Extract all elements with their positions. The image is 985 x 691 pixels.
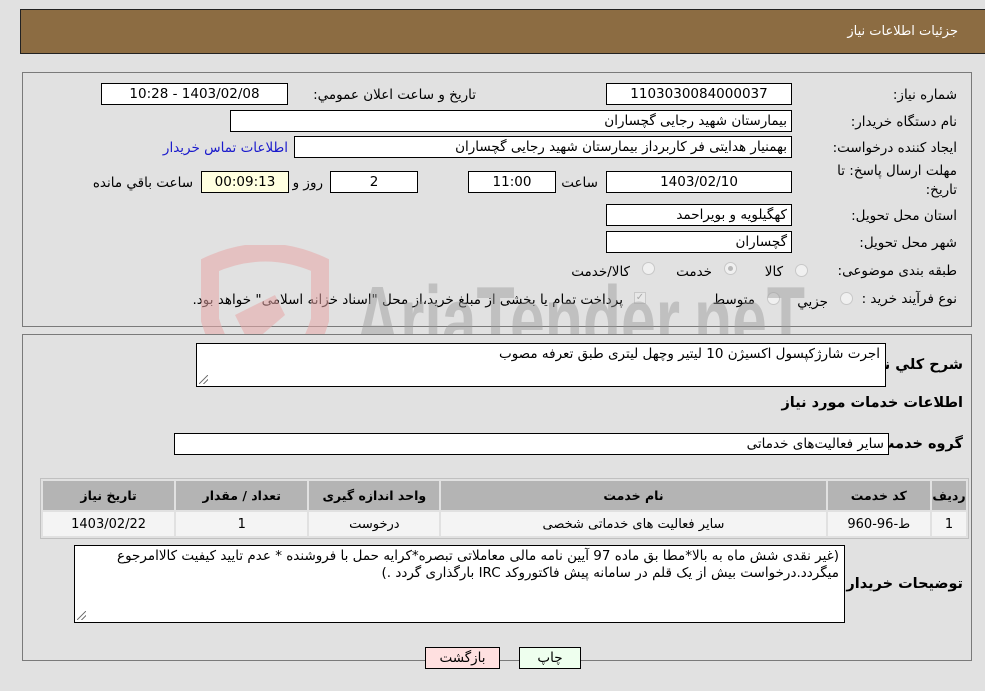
purchase-type-radio-medium[interactable] [767,292,780,305]
service-group-field: سایر فعالیت‌های خدماتی [174,433,889,455]
purchase-type-option-medium: متوسط [712,292,755,308]
buyer-org-label: نام دستگاه خریدار: [850,114,957,130]
row-index-cell: 1 [932,512,966,536]
resize-grip-icon[interactable] [199,375,208,384]
column-header: کد خدمت [827,481,930,510]
services-table: ردیف کد خدمت نام خدمت واحد اندازه گیری ت… [40,478,969,539]
category-option-goods: کالا [764,264,783,280]
purchase-type-label: نوع فرآیند خرید : [861,291,957,307]
purchase-type-radio-minor[interactable] [840,292,853,305]
column-header: نام خدمت [441,481,826,510]
category-radio-goods[interactable] [795,264,808,277]
quantity-cell: 1 [176,512,308,536]
deadline-time-label: ساعت [561,175,598,191]
category-label: طبقه بندی موضوعی: [837,263,957,279]
deadline-time-field: 11:00 [468,171,556,193]
remaining-time-label: ساعت باقي مانده [92,175,193,191]
deadline-label-line1: مهلت ارسال پاسخ: تا [837,163,957,179]
deadline-date-field: 1403/02/10 [606,171,792,193]
column-header: ردیف [932,481,966,510]
column-header: تاریخ نیاز [43,481,175,510]
remaining-time-field: 00:09:13 [201,171,289,193]
buyer-notes-text: (غیر نقدی شش ماه به بالا*مطا بق ماده 97 … [117,548,839,581]
need-date-cell: 1403/02/22 [43,512,175,536]
buyer-org-field: بیمارستان شهید رجایی گچساران [230,110,792,132]
requester-field: بهمنیار هدایتی فر کاربرداز بیمارستان شهی… [294,136,792,158]
need-services-panel: شرح كلي نياز: اجرت شارژکپسول اکسیژن 10 ل… [22,334,972,661]
category-radio-service[interactable] [724,262,737,275]
category-radio-goods-service[interactable] [642,262,655,275]
buyer-notes-label: توضیحات خریدار: [840,576,963,592]
page-header: جزئیات اطلاعات نیاز [20,9,985,54]
requester-label: ایجاد کننده درخواست: [832,140,957,156]
days-label: روز و [292,175,323,191]
city-field: گچساران [606,231,792,253]
purchase-type-option-minor: جزيي [797,294,828,310]
need-summary-text: اجرت شارژکپسول اکسیژن 10 لیتیر وچهل لیتر… [499,346,880,362]
need-number-label: شماره نیاز: [892,87,957,103]
buyer-notes-textarea[interactable]: (غیر نقدی شش ماه به بالا*مطا بق ماده 97 … [74,545,845,623]
treasury-note: پرداخت تمام یا بخشی از مبلغ خرید،از محل … [192,292,623,308]
page-title: جزئیات اطلاعات نیاز [847,24,958,39]
treasury-checkbox[interactable]: ✓ [634,292,646,304]
province-field: کهگیلویه و بویراحمد [606,204,792,226]
category-option-service: خدمت [676,264,712,280]
service-code-cell: ط-96-960 [827,512,930,536]
city-label: شهر محل تحویل: [859,235,957,251]
table-row: 1 ط-96-960 سایر فعالیت های خدماتی شخصی د… [43,512,966,536]
remaining-days-field: 2 [330,171,418,193]
announce-datetime-field: 1403/02/08 - 10:28 [101,83,288,105]
need-summary-textarea[interactable]: اجرت شارژکپسول اکسیژن 10 لیتیر وچهل لیتر… [196,343,886,387]
services-section-title: اطلاعات خدمات مورد نیاز [781,395,963,411]
need-details-panel: شماره نیاز: 1103030084000037 تاریخ و ساع… [22,72,972,327]
unit-cell: درخوست [309,512,440,536]
province-label: استان محل تحویل: [851,208,957,224]
service-name-cell: سایر فعالیت های خدماتی شخصی [441,512,826,536]
column-header: واحد اندازه گیری [309,481,440,510]
need-number-field: 1103030084000037 [606,83,792,105]
category-option-goods-service: کالا/خدمت [571,264,630,280]
back-button[interactable]: بازگشت [425,647,500,669]
print-button[interactable]: چاپ [519,647,581,669]
resize-grip-icon[interactable] [77,611,86,620]
announce-datetime-label: تاریخ و ساعت اعلان عمومي: [313,87,476,103]
column-header: تعداد / مقدار [176,481,308,510]
deadline-label-line2: تاریخ: [925,182,957,198]
buyer-contact-link[interactable]: اطلاعات تماس خریدار [163,140,288,156]
table-header-row: ردیف کد خدمت نام خدمت واحد اندازه گیری ت… [43,481,966,510]
